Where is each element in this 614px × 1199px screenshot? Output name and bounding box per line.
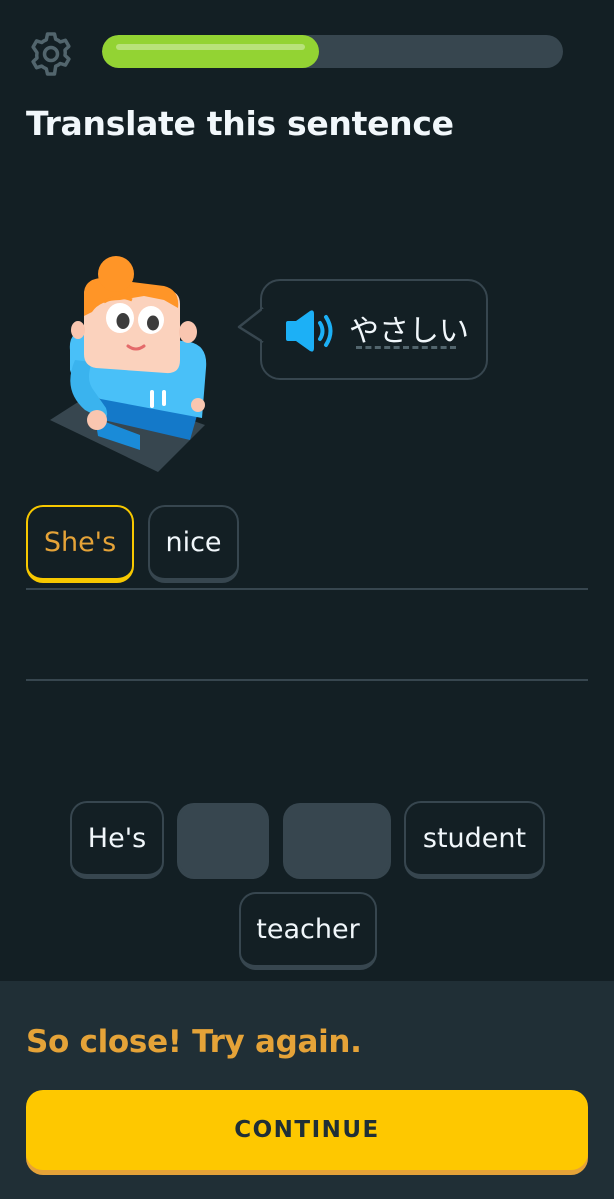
word-chip-hes[interactable]: He's	[70, 801, 164, 879]
lesson-progress-bar	[102, 35, 563, 68]
speech-bubble-tail	[237, 307, 266, 344]
gear-icon[interactable]	[27, 30, 75, 78]
word-chip-teacher[interactable]: teacher	[239, 892, 377, 970]
answer-chip-shes[interactable]: She's	[26, 505, 134, 583]
word-chip-placeholder	[283, 803, 391, 879]
character-illustration	[50, 256, 207, 472]
phrase-text[interactable]: やさしい	[349, 306, 469, 350]
feedback-message: So close! Try again.	[26, 1024, 362, 1060]
progress-shine	[116, 44, 305, 50]
answer-line-1	[26, 588, 588, 590]
answer-line-2	[26, 679, 588, 681]
speaker-icon[interactable]	[284, 309, 338, 353]
phrase-hint-underline	[356, 346, 456, 349]
continue-button[interactable]: CONTINUE	[26, 1090, 588, 1170]
word-chip-student[interactable]: student	[404, 801, 545, 879]
exercise-title: Translate this sentence	[26, 104, 454, 143]
word-chip-placeholder	[177, 803, 269, 879]
progress-fill	[102, 35, 319, 68]
answer-chip-nice[interactable]: nice	[148, 505, 239, 583]
